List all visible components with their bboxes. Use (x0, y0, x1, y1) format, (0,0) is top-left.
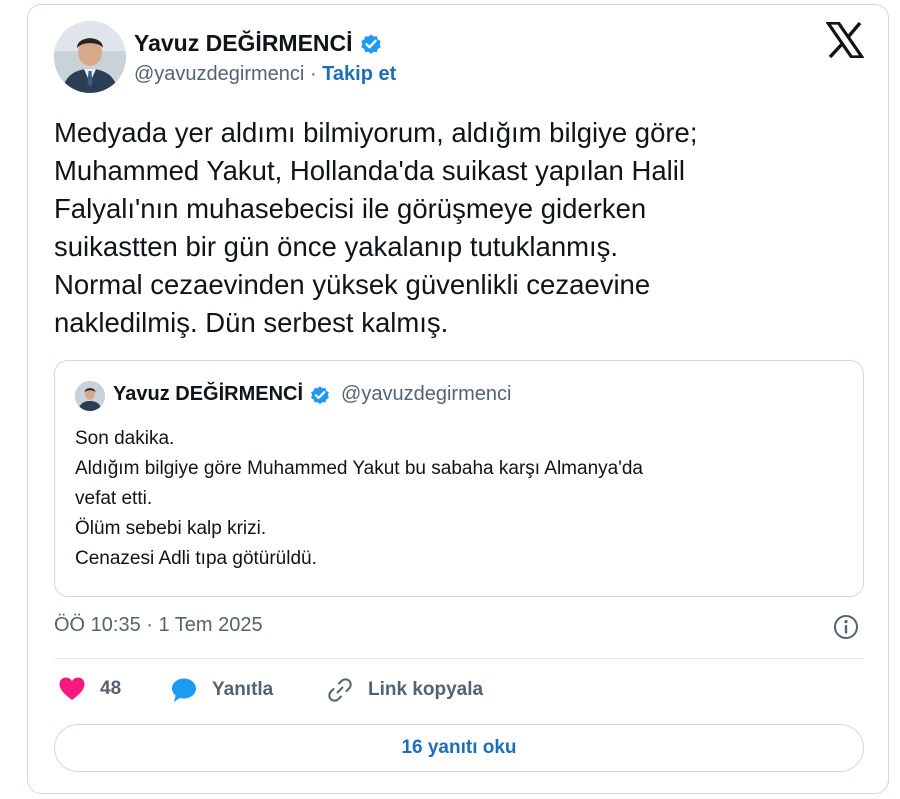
tweet-text-line: suikastten bir gün önce yakalanıp tutukl… (54, 231, 619, 262)
author-handle-row: @yavuzdegirmenci · Takip et (134, 63, 396, 86)
read-replies-button[interactable]: 16 yanıtı oku (54, 724, 864, 772)
copy-link-label: Link kopyala (368, 679, 484, 700)
divider (54, 658, 864, 659)
x-logo-icon[interactable] (824, 21, 866, 59)
verified-badge-icon (359, 32, 383, 56)
like-button[interactable]: 48 (58, 676, 121, 702)
author-avatar[interactable] (54, 21, 126, 93)
tweet-text: Medyada yer aldımı bilmiyorum, aldığım b… (54, 114, 854, 342)
quoted-text-line: vefat etti. (75, 488, 153, 509)
quoted-tweet-text: Son dakika. Aldığım bilgiye göre Muhamme… (75, 424, 835, 574)
tweet-text-line: Falyalı'nın muhasebecisi ile görüşmeye g… (54, 193, 647, 224)
heart-icon (59, 677, 85, 700)
like-count: 48 (100, 678, 122, 699)
quoted-author-row: Yavuz DEĞİRMENCİ @yavuzdegirmenci (113, 383, 511, 406)
author-handle[interactable]: @yavuzdegirmenci (134, 63, 304, 85)
tweet-text-line: Medyada yer aldımı bilmiyorum, aldığım b… (54, 117, 698, 148)
tweet-text-line: Muhammed Yakut, Hollanda'da suikast yapı… (54, 155, 685, 186)
quoted-text-line: Cenazesi Adli tıpa götürüldü. (75, 548, 317, 569)
tweet-text-line: Normal cezaevinden yüksek güvenlikli cez… (54, 269, 651, 300)
link-icon (328, 678, 352, 702)
quoted-author-avatar[interactable] (75, 381, 105, 411)
info-icon[interactable] (832, 613, 860, 641)
reply-bubble-icon (172, 678, 196, 702)
follow-button[interactable]: Takip et (322, 63, 396, 85)
quoted-text-line: Son dakika. (75, 428, 175, 449)
reply-label: Yanıtla (212, 679, 274, 700)
quoted-text-line: Aldığım bilgiye göre Muhammed Yakut bu s… (75, 458, 643, 479)
quoted-text-line: Ölüm sebebi kalp krizi. (75, 518, 267, 539)
verified-badge-icon (309, 384, 331, 406)
author-name[interactable]: Yavuz DEĞİRMENCİ (134, 30, 353, 57)
quoted-tweet[interactable]: Yavuz DEĞİRMENCİ @yavuzdegirmenci Son da… (54, 360, 864, 597)
quoted-author-name[interactable]: Yavuz DEĞİRMENCİ (113, 383, 303, 406)
reply-button[interactable]: Yanıtla (170, 676, 273, 704)
quoted-author-handle[interactable]: @yavuzdegirmenci (341, 383, 511, 406)
author-name-row: Yavuz DEĞİRMENCİ (134, 30, 383, 57)
separator-dot: · (309, 63, 317, 85)
tweet-text-line: nakledilmiş. Dün serbest kalmış. (54, 307, 449, 338)
tweet-timestamp[interactable]: ÖÖ 10:35 · 1 Tem 2025 (54, 614, 263, 637)
copy-link-button[interactable]: Link kopyala (326, 676, 483, 704)
